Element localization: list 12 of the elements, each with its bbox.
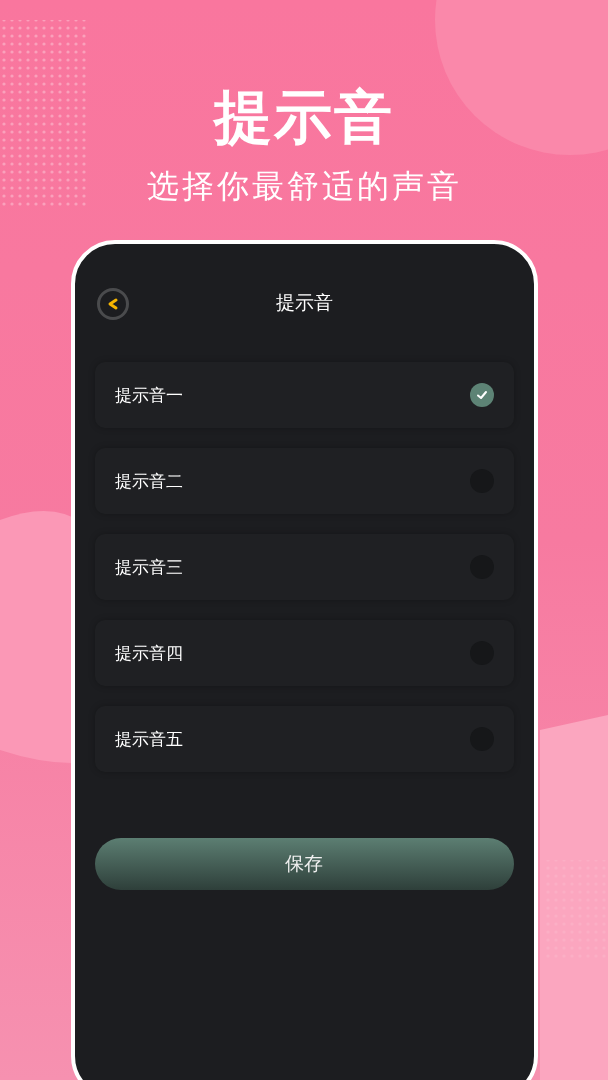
save-button[interactable]: 保存 [94, 838, 514, 890]
radio-button[interactable] [469, 383, 494, 407]
sound-option[interactable]: 提示音一 [94, 362, 514, 428]
back-button[interactable] [96, 288, 129, 320]
subtitle: 选择你最舒适的声音 [146, 166, 462, 206]
headline: 提示音 [214, 82, 394, 152]
sound-option[interactable]: 提示音二 [94, 448, 514, 514]
screen-title: 提示音 [275, 290, 333, 315]
sound-option[interactable]: 提示音三 [94, 534, 514, 600]
check-icon [475, 389, 488, 401]
sound-option[interactable]: 提示音四 [94, 620, 514, 686]
sound-option[interactable]: 提示音五 [94, 706, 514, 772]
